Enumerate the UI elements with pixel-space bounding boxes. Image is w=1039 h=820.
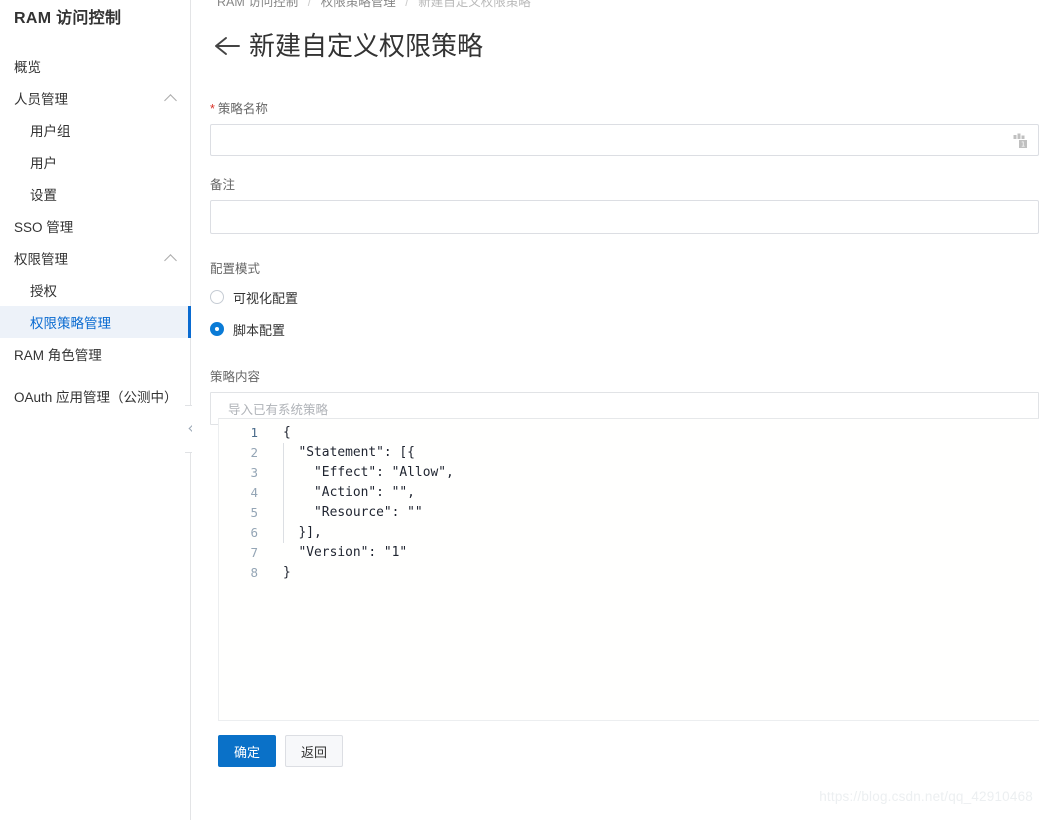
code-line: "Action": "", [283, 485, 415, 500]
sidebar-item-label: 权限管理 [14, 252, 68, 267]
remark-textarea-wrapper[interactable] [210, 200, 1039, 234]
chevron-up-icon [164, 251, 178, 265]
code-line: } [283, 565, 291, 580]
sidebar-item-policy-management[interactable]: 权限策略管理 [0, 306, 191, 338]
editor-code-area[interactable]: { "Statement": [{ "Effect": "Allow", "Ac… [269, 419, 1039, 720]
breadcrumb: RAM 访问控制 / 权限策略管理 / 新建自定义权限策略 [217, 0, 531, 10]
remark-label: 备注 [210, 178, 236, 192]
breadcrumb-separator: / [405, 0, 409, 9]
sidebar-item-label: 人员管理 [14, 92, 68, 107]
chevron-up-icon [164, 91, 178, 105]
page-title: 新建自定义权限策略 [249, 31, 484, 61]
sidebar-item-label: 用户 [30, 156, 57, 171]
editor-line-numbers: 1 2 3 4 5 6 7 8 [219, 419, 269, 720]
code-line: }], [283, 525, 322, 540]
sidebar-item-overview[interactable]: 概览 [0, 50, 190, 82]
sidebar-item-user-groups[interactable]: 用户组 [0, 114, 190, 146]
policy-name-input[interactable] [211, 125, 1038, 155]
remark-textarea[interactable] [211, 201, 1038, 233]
config-mode-label: 配置模式 [210, 262, 261, 276]
page-header: 新建自定义权限策略 [212, 30, 483, 62]
code-line: "Effect": "Allow", [283, 465, 454, 480]
policy-content-label: 策略内容 [210, 370, 261, 384]
sidebar-item-label: 权限策略管理 [30, 316, 111, 331]
confirm-button[interactable]: 确定 [218, 735, 276, 767]
radio-visual-config[interactable]: 可视化配置 [210, 284, 1039, 310]
sidebar-item-people-management[interactable]: 人员管理 [0, 82, 190, 114]
code-line: { [283, 425, 291, 440]
sidebar-item-label: 授权 [30, 284, 57, 299]
radio-circle-icon [210, 290, 224, 304]
line-number: 7 [250, 545, 258, 560]
policy-form: * 策略名称 1 备注 配置模式 可视化配置 脚本配置 策略内容 导入已有系统策… [210, 100, 1039, 425]
code-line: "Statement": [{ [283, 445, 415, 460]
radio-script-config[interactable]: 脚本配置 [210, 316, 1039, 342]
policy-name-label-text: 策略名称 [217, 102, 268, 116]
sidebar-item-grant[interactable]: 授权 [0, 274, 190, 306]
line-number: 5 [250, 505, 258, 520]
policy-name-label: * 策略名称 [210, 100, 1039, 118]
policy-code-editor[interactable]: 1 2 3 4 5 6 7 8 { "Statement": [{ "Effec… [218, 418, 1039, 721]
radio-label: 可视化配置 [233, 290, 299, 306]
sidebar-item-label: 用户组 [30, 124, 71, 139]
radio-label: 脚本配置 [233, 322, 286, 338]
sidebar-item-label: RAM 角色管理 [14, 348, 102, 363]
required-asterisk: * [210, 102, 215, 116]
sidebar-item-oauth-apps[interactable]: OAuth 应用管理（公测中） [0, 380, 190, 412]
back-button[interactable]: 返回 [285, 735, 343, 767]
indent-guide [283, 443, 284, 543]
line-number: 3 [250, 465, 258, 480]
policy-name-input-wrapper[interactable]: 1 [210, 124, 1039, 156]
sidebar-item-ram-roles[interactable]: RAM 角色管理 [0, 338, 190, 370]
import-system-policy-label: 导入已有系统策略 [228, 403, 329, 417]
watermark: https://blog.csdn.net/qq_42910468 [819, 789, 1033, 804]
page-root: RAM 访问控制 概览 人员管理 用户组 用户 设置 SSO 管理 权限管理 授… [0, 0, 1039, 820]
sidebar-item-sso-management[interactable]: SSO 管理 [0, 210, 190, 242]
form-actions: 确定 返回 [218, 735, 343, 767]
sidebar-item-permission-management[interactable]: 权限管理 [0, 242, 190, 274]
counter-icon: 1 [1012, 132, 1030, 150]
svg-text:1: 1 [1021, 141, 1025, 149]
sidebar-item-label: OAuth 应用管理（公测中） [14, 390, 178, 405]
breadcrumb-item-1[interactable]: RAM 访问控制 [217, 0, 298, 9]
breadcrumb-item-2[interactable]: 权限策略管理 [321, 0, 396, 9]
sidebar-nav: 概览 人员管理 用户组 用户 设置 SSO 管理 权限管理 授权 权限策略管理 … [0, 44, 191, 412]
line-number: 2 [250, 445, 258, 460]
sidebar: RAM 访问控制 概览 人员管理 用户组 用户 设置 SSO 管理 权限管理 授… [0, 0, 191, 820]
line-number: 4 [250, 485, 258, 500]
sidebar-item-label: 概览 [14, 60, 41, 75]
line-number: 6 [250, 525, 258, 540]
line-number: 8 [250, 565, 258, 580]
arrow-left-icon[interactable] [212, 31, 242, 61]
sidebar-item-label: 设置 [30, 188, 57, 203]
sidebar-title: RAM 访问控制 [14, 10, 122, 27]
line-number: 1 [250, 425, 258, 440]
sidebar-item-settings[interactable]: 设置 [0, 178, 190, 210]
sidebar-item-users[interactable]: 用户 [0, 146, 190, 178]
breadcrumb-item-3: 新建自定义权限策略 [418, 0, 531, 9]
code-line: "Resource": "" [283, 505, 423, 520]
breadcrumb-separator: / [307, 0, 312, 9]
sidebar-item-label: SSO 管理 [14, 220, 74, 235]
radio-circle-selected-icon [210, 322, 224, 336]
code-line: "Version": "1" [283, 545, 408, 560]
